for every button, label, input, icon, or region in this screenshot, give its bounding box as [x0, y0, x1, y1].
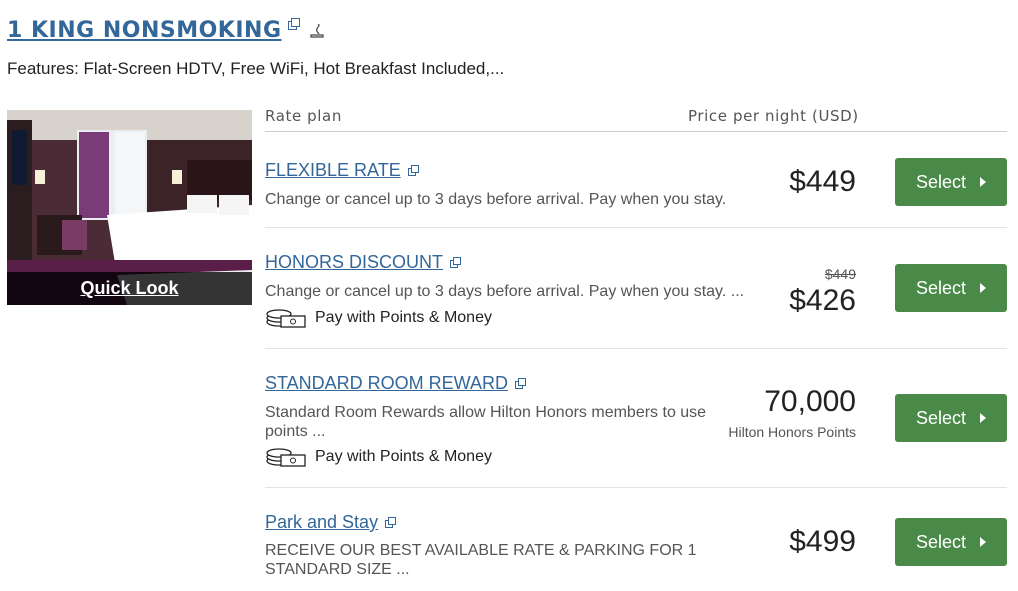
room-header: 1 KING NONSMOKING	[7, 18, 325, 43]
caret-right-icon	[980, 537, 987, 547]
rate-price: $426	[789, 284, 856, 317]
rate-name-park-and-stay[interactable]: Park and Stay	[265, 512, 397, 533]
room-features: Features: Flat-Screen HDTV, Free WiFi, H…	[7, 59, 505, 78]
points-and-money-label: Pay with Points & Money	[315, 309, 492, 326]
coins-money-icon	[266, 309, 306, 328]
rate-description-line: RECEIVE OUR BEST AVAILABLE RATE & PARKIN…	[265, 542, 697, 559]
external-link-icon[interactable]	[407, 164, 419, 176]
room-photo[interactable]: Quick Look	[7, 110, 252, 305]
caret-right-icon	[980, 413, 987, 423]
select-button[interactable]: Select	[895, 518, 1007, 566]
rate-points-price: 70,000	[764, 385, 856, 418]
points-unit-label: Hilton Honors Points	[728, 424, 856, 440]
original-price: $449	[824, 266, 856, 282]
points-and-money: Pay with Points & Money	[265, 307, 492, 329]
rate-row-flexible: FLEXIBLE RATE Change or cancel up to 3 d…	[265, 132, 1007, 228]
select-button-label: Select	[915, 407, 967, 428]
points-and-money-label: Pay with Points & Money	[315, 448, 492, 465]
caret-right-icon	[980, 283, 987, 293]
select-button-label: Select	[915, 171, 967, 192]
header-rate-plan: Rate plan	[265, 107, 342, 125]
external-link-icon[interactable]	[515, 377, 526, 389]
rate-row-standard-reward: STANDARD ROOM REWARD Standard Room Rewar…	[265, 349, 1007, 488]
external-link-icon[interactable]	[287, 18, 300, 30]
rate-price: $449	[789, 165, 856, 198]
points-and-money: Pay with Points & Money	[265, 446, 492, 468]
no-smoking-icon	[309, 23, 325, 43]
select-button[interactable]: Select	[895, 158, 1007, 206]
rate-description: Change or cancel up to 3 days before arr…	[265, 191, 727, 208]
select-button-label: Select	[915, 531, 967, 552]
rate-description: Change or cancel up to 3 days before arr…	[265, 283, 745, 300]
rate-table-header: Rate plan Price per night (USD)	[265, 104, 1007, 132]
select-button[interactable]: Select	[895, 394, 1007, 442]
external-link-icon[interactable]	[385, 516, 397, 528]
rate-name-label[interactable]: Park and Stay	[265, 512, 378, 533]
rate-description-line: points ...	[265, 423, 326, 440]
coins-money-icon	[266, 448, 306, 467]
rate-name-label[interactable]: STANDARD ROOM REWARD	[265, 373, 508, 394]
rate-name-label[interactable]: HONORS DISCOUNT	[265, 252, 443, 273]
rate-description: RECEIVE OUR BEST AVAILABLE RATE & PARKIN…	[265, 541, 697, 579]
rate-name-standard-reward[interactable]: STANDARD ROOM REWARD	[265, 373, 526, 394]
select-button-label: Select	[915, 277, 967, 298]
rate-table: Rate plan Price per night (USD) FLEXIBLE…	[265, 104, 1007, 590]
rate-description-line: Standard Room Rewards allow Hilton Honor…	[265, 404, 707, 421]
room-title-link[interactable]: 1 KING NONSMOKING	[7, 18, 282, 43]
rate-price: $499	[789, 525, 856, 558]
rate-description: Standard Room Rewards allow Hilton Honor…	[265, 403, 706, 441]
rate-name-label[interactable]: FLEXIBLE RATE	[265, 160, 401, 181]
select-button[interactable]: Select	[895, 264, 1007, 312]
quick-look-link[interactable]: Quick Look	[80, 278, 178, 299]
rate-row-honors-discount: HONORS DISCOUNT Change or cancel up to 3…	[265, 228, 1007, 349]
rate-name-honors-discount[interactable]: HONORS DISCOUNT	[265, 252, 462, 273]
quick-look-bar: Quick Look	[7, 272, 252, 305]
external-link-icon[interactable]	[450, 256, 462, 268]
rate-name-flexible[interactable]: FLEXIBLE RATE	[265, 160, 419, 181]
caret-right-icon	[980, 177, 987, 187]
header-price-per-night: Price per night (USD)	[688, 107, 859, 125]
rate-row-park-and-stay: Park and Stay RECEIVE OUR BEST AVAILABLE…	[265, 488, 1007, 590]
rate-description-line: STANDARD SIZE ...	[265, 561, 410, 578]
